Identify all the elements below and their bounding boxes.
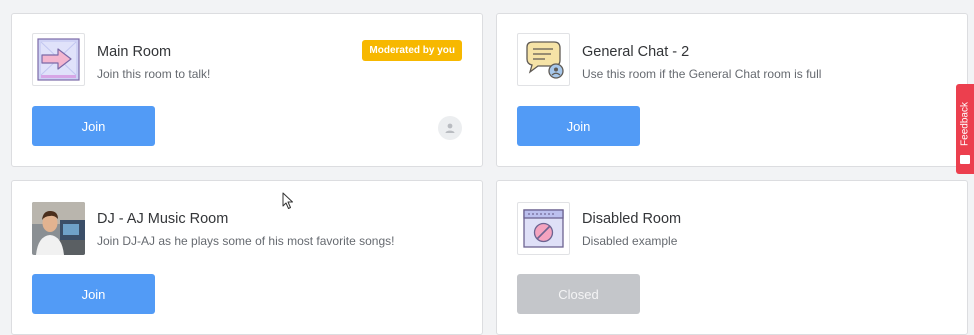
- join-button[interactable]: Join: [32, 274, 155, 314]
- room-card-main-room: Main Room Join this room to talk! Modera…: [11, 13, 483, 167]
- room-card-dj-aj-music-room: DJ - AJ Music Room Join DJ-AJ as he play…: [11, 180, 483, 335]
- join-button[interactable]: Join: [32, 106, 155, 146]
- dj-photo-icon: [32, 202, 85, 255]
- room-title: Main Room: [97, 44, 172, 60]
- room-title: DJ - AJ Music Room: [97, 211, 229, 227]
- room-description: Disabled example: [582, 234, 678, 248]
- room-card-general-chat-2: General Chat - 2 Use this room if the Ge…: [496, 13, 968, 167]
- room-description: Use this room if the General Chat room i…: [582, 67, 822, 81]
- feedback-label: Feedback: [959, 102, 971, 146]
- user-avatar-icon: [438, 116, 462, 140]
- moderated-badge: Moderated by you: [362, 40, 462, 61]
- feedback-tab[interactable]: Feedback: [956, 84, 974, 174]
- chat-bubble-icon: [517, 33, 570, 86]
- room-title: Disabled Room: [582, 211, 682, 227]
- closed-button: Closed: [517, 274, 640, 314]
- arrow-enter-icon: [32, 33, 85, 86]
- room-description: Join this room to talk!: [97, 67, 211, 81]
- room-description: Join DJ-AJ as he plays some of his most …: [97, 234, 395, 248]
- room-card-disabled-room: Disabled Room Disabled example Closed: [496, 180, 968, 335]
- mouse-cursor-icon: [282, 192, 294, 215]
- join-button[interactable]: Join: [517, 106, 640, 146]
- room-title: General Chat - 2: [582, 44, 690, 60]
- disabled-window-icon: [517, 202, 570, 255]
- feedback-chat-icon: [960, 155, 970, 164]
